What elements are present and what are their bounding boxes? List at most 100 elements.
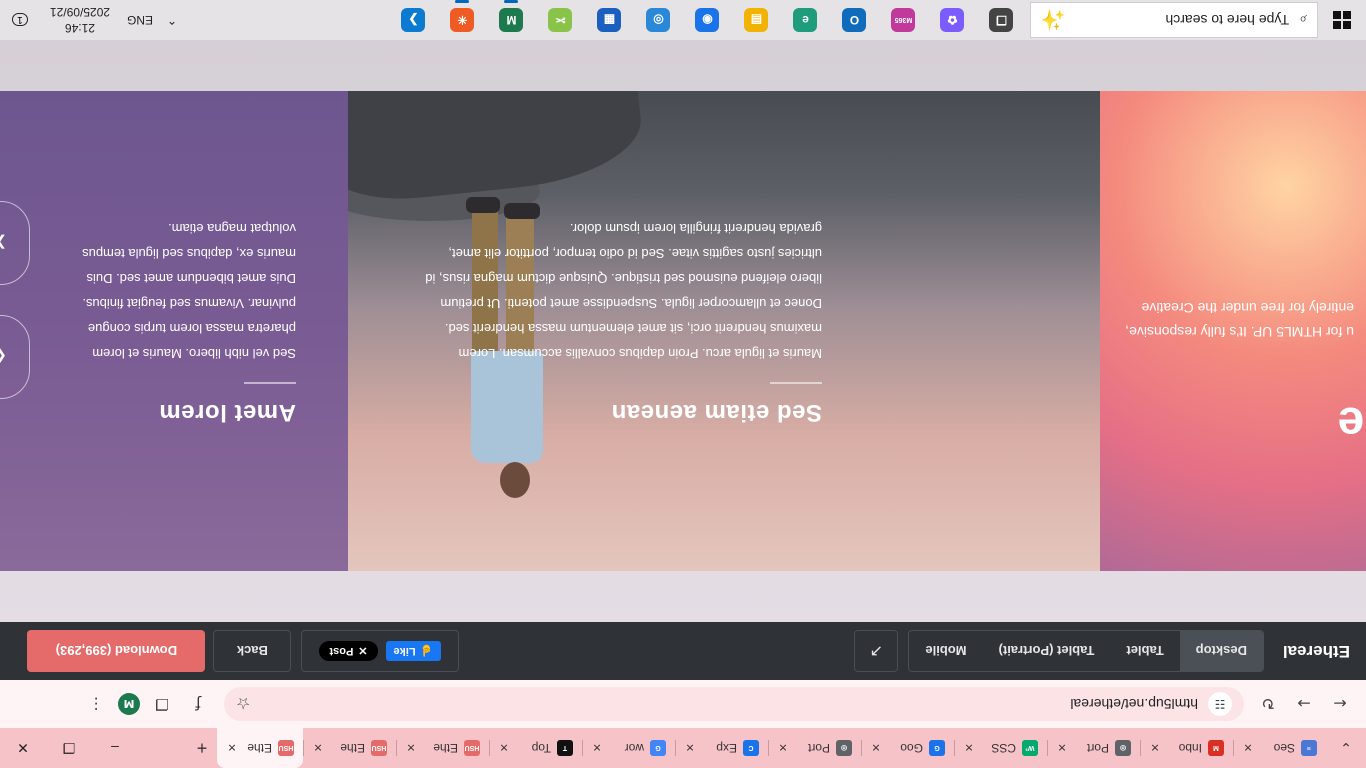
google-icon: G: [650, 740, 666, 756]
body-line: pulvinar. Vivamus sed feugiat finibus.: [82, 296, 296, 311]
back-arrow-icon[interactable]: ←: [1322, 686, 1358, 722]
postman-icon[interactable]: ✳: [438, 0, 487, 40]
intro-panel: me u for HTML5 UP. It's fully responsive…: [1100, 91, 1366, 571]
close-tab-icon[interactable]: ×: [591, 740, 603, 756]
forward-arrow-icon[interactable]: →: [1286, 686, 1322, 722]
chrome-icon[interactable]: ◉: [683, 0, 732, 40]
m365-glyph: M365: [891, 8, 916, 32]
file-explorer-icon[interactable]: ▤: [732, 0, 781, 40]
browser-tab[interactable]: ≡ Seo ×: [1233, 728, 1326, 768]
browser-tab[interactable]: T Top ×: [489, 728, 582, 768]
address-bar[interactable]: ☷ html5up.net/ethereal ☆: [224, 687, 1244, 721]
close-tab-icon[interactable]: ×: [312, 740, 324, 756]
url-text[interactable]: html5up.net/ethereal: [260, 696, 1198, 712]
body-line: Sed vel nibh libero. Mauris et lorem: [92, 346, 296, 361]
close-tab-icon[interactable]: ×: [684, 740, 696, 756]
close-window-icon[interactable]: ✕: [0, 728, 46, 768]
facebook-like-button[interactable]: ☝ Like: [385, 641, 442, 661]
taskbar-apps: ❒ ✿ M365 Oe ▤ ◉ ◎ ▦ ✂ M ✳ ❯: [389, 0, 1026, 40]
tab-title: Port: [1086, 741, 1109, 755]
template-name: Ethereal: [1282, 642, 1350, 661]
browser-tab[interactable]: HSU Ethe ×: [217, 728, 303, 768]
download-button[interactable]: Download (399,293): [27, 630, 206, 672]
close-tab-icon[interactable]: ×: [405, 740, 417, 756]
minimize-icon[interactable]: –: [92, 728, 138, 768]
copilot-icon[interactable]: ✿: [928, 0, 977, 40]
browser-tab[interactable]: G Goo ×: [861, 728, 954, 768]
title-divider: [770, 382, 822, 384]
tab-title: Seo: [1273, 741, 1295, 755]
browser-tab[interactable]: ◎ Port ×: [1047, 728, 1140, 768]
close-tab-icon[interactable]: ×: [498, 740, 510, 756]
site-info-icon[interactable]: ☷: [1208, 692, 1232, 716]
close-tab-icon[interactable]: ×: [870, 740, 882, 756]
new-tab-button[interactable]: +: [187, 728, 217, 768]
close-tab-icon[interactable]: ×: [1242, 740, 1254, 756]
extensions-puzzle-icon[interactable]: ❐: [148, 690, 176, 718]
notification-count: 1: [12, 13, 28, 27]
taskbar-search-box[interactable]: ⌕ Type here to search ✨: [1030, 2, 1318, 38]
extension-script-icon[interactable]: ƒ: [184, 690, 212, 718]
browser-menu-icon[interactable]: ⋮: [82, 690, 110, 718]
file-explorer-glyph: ▤: [744, 8, 769, 32]
task-view-icon[interactable]: ❒: [977, 0, 1026, 40]
body-line: Duis amet bibendum amet sed. Duis: [86, 271, 296, 286]
device-mobile-button[interactable]: Mobile: [909, 631, 982, 671]
edge-icon[interactable]: e: [781, 0, 830, 40]
outlook-icon[interactable]: O: [830, 0, 879, 40]
restore-icon[interactable]: ❐: [46, 728, 92, 768]
device-tablet-button[interactable]: Tablet: [1110, 631, 1179, 671]
doc-icon: ≡: [1301, 740, 1317, 756]
body-line: Mauris et ligula arcu. Proin dapibus con…: [458, 346, 822, 361]
x-post-button[interactable]: ✕ Post: [319, 641, 378, 661]
tab-title: Ethe: [247, 741, 272, 755]
back-button[interactable]: Back: [213, 630, 292, 672]
bookmark-star-icon[interactable]: ☆: [236, 695, 250, 714]
tab-title: Exp: [716, 741, 737, 755]
browser-tab[interactable]: C Exp ×: [675, 728, 768, 768]
chrome-canary-icon[interactable]: ◎: [634, 0, 683, 40]
m365-icon[interactable]: M365: [879, 0, 928, 40]
browser-tab[interactable]: Gwor ×: [582, 728, 675, 768]
close-tab-icon[interactable]: ×: [226, 740, 238, 756]
close-tab-icon[interactable]: ×: [963, 740, 975, 756]
body-line: maximus hendrerit orci, sit amet element…: [444, 321, 822, 336]
close-tab-icon[interactable]: ×: [1149, 740, 1161, 756]
chrome-canary-glyph: ◎: [646, 8, 671, 32]
browser-toolbar: ← → ↻ ☷ html5up.net/ethereal ☆ ƒ ❐ M ⋮: [0, 680, 1366, 728]
browser-tab[interactable]: ◎ Port ×: [768, 728, 861, 768]
search-icon: ⌕: [1299, 12, 1307, 29]
browser-tab[interactable]: M Inbo ×: [1140, 728, 1233, 768]
tab-search-chevron-icon[interactable]: ⌄: [1326, 728, 1366, 768]
clock-date: 2025/09/21: [49, 5, 111, 19]
language-indicator[interactable]: ENG: [120, 13, 160, 27]
clock[interactable]: 21:46 2025/09/21: [40, 4, 120, 36]
chrome-profile-icon[interactable]: M: [487, 0, 536, 40]
device-desktop-button[interactable]: Desktop: [1179, 631, 1263, 671]
popout-icon[interactable]: ↗: [854, 630, 899, 672]
horizontal-panels: me u for HTML5 UP. It's fully responsive…: [0, 91, 1366, 571]
chrome-icon: G: [929, 740, 945, 756]
vscode-icon[interactable]: ❯: [389, 0, 438, 40]
edge-glyph: e: [793, 8, 818, 32]
snipping-icon[interactable]: ✂: [536, 0, 585, 40]
tab-title: Ethe: [340, 741, 365, 755]
tray-overflow-chevron-icon[interactable]: ⌃: [160, 0, 184, 40]
browser-tab[interactable]: HSU Ethe ×: [396, 728, 489, 768]
shoe-shape: [466, 197, 500, 213]
scroll-left-icon[interactable]: ❮: [0, 315, 30, 399]
snipping-glyph: ✂: [548, 8, 573, 32]
close-tab-icon[interactable]: ×: [777, 740, 789, 756]
browser-tab[interactable]: HSU Ethe ×: [303, 728, 396, 768]
notification-icon[interactable]: 1: [0, 0, 40, 40]
body-line: libero eleifend euismod sed tristique. Q…: [425, 271, 822, 286]
browser-tab[interactable]: W³ CSS ×: [954, 728, 1047, 768]
tab-title: Port: [807, 741, 830, 755]
start-button[interactable]: [1318, 0, 1366, 40]
device-tablet-portrait-button[interactable]: Tablet (Portrait): [983, 631, 1111, 671]
reload-icon[interactable]: ↻: [1250, 686, 1286, 722]
close-tab-icon[interactable]: ×: [1056, 740, 1068, 756]
profile-avatar[interactable]: M: [118, 693, 140, 715]
scroll-right-icon[interactable]: ❯: [0, 201, 30, 285]
microsoft-store-icon[interactable]: ▦: [585, 0, 634, 40]
